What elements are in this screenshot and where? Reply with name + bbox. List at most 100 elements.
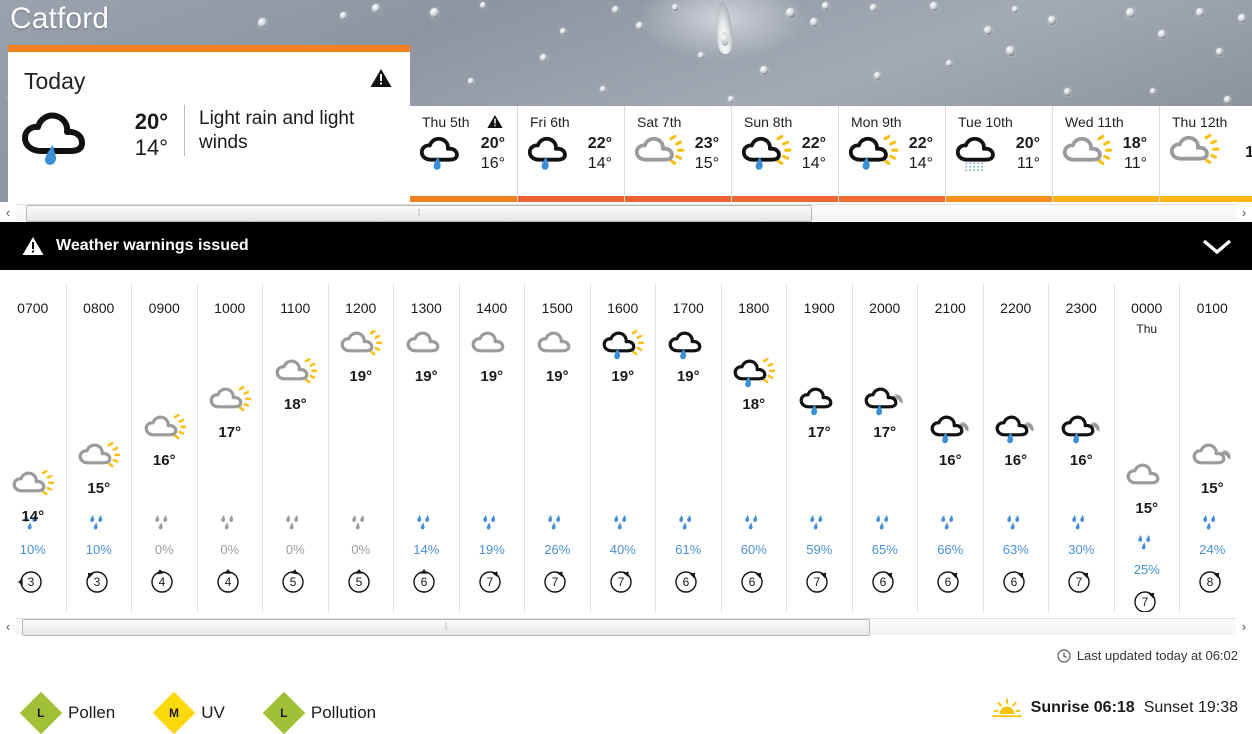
index-badge[interactable]: L Pollen (19, 691, 115, 734)
hourly-scrollbar[interactable]: ‹ ⁞ › (0, 616, 1252, 636)
hourly-scroll-track[interactable]: ⁞ (16, 617, 1236, 636)
hour-graph-node: 15° (1115, 458, 1180, 517)
day-high-temp: 20° (1015, 135, 1040, 152)
hourly-scroll-thumb[interactable]: ⁞ (22, 618, 870, 636)
index-badge[interactable]: L Pollution (262, 691, 376, 734)
sunny-intervals-icon (1166, 134, 1222, 172)
hour-forecast-column[interactable]: 2300 16° 30% 7 (1048, 284, 1114, 612)
day-forecast-card[interactable]: Mon 9th 22° 14° (838, 106, 945, 202)
hour-time-label: 1300 (410, 300, 442, 316)
day-forecast-card[interactable]: Thu 12th 1 (1159, 106, 1252, 202)
day-card-body: 20° 11° (946, 130, 1052, 174)
warning-triangle-icon[interactable] (487, 114, 503, 129)
sunrise-icon (991, 698, 1022, 718)
hour-temperature: 15° (87, 480, 111, 497)
water-droplet (540, 54, 547, 62)
day-card-body: 23° 15° (625, 130, 731, 174)
diamond-badge-icon: M (153, 691, 196, 734)
daily-scrollbar[interactable]: ‹ ⁞ › (0, 202, 1252, 222)
hour-forecast-column[interactable]: 0100 15° 24% 8 (1179, 284, 1245, 612)
chevron-down-icon[interactable] (1200, 236, 1234, 256)
clock-icon (1057, 648, 1071, 663)
hour-forecast-column[interactable]: 0900 16° 0% 4 (131, 284, 197, 612)
hour-forecast-column[interactable]: 1500 19° 26% 7 (524, 284, 590, 612)
svg-text:5: 5 (355, 575, 362, 589)
day-forecast-card[interactable]: Tue 10th 20° 11° (945, 106, 1052, 202)
hour-graph-node: 18° (263, 354, 328, 413)
hourly-forecast-strip[interactable]: 0700 14° 10% 3 0800 15° 10% 3 0900 16° 0% 4 1000 17° 0… (0, 284, 1252, 612)
hour-forecast-column[interactable]: 2200 16° 63% 6 (982, 284, 1049, 612)
daily-scroll-thumb[interactable]: ⁞ (26, 204, 812, 222)
hour-precipitation-chance: 0% (220, 542, 240, 557)
hour-precipitation-chance: 63% (1002, 542, 1029, 557)
hour-forecast-column[interactable]: 1300 19° 14% 6 (393, 284, 459, 612)
hour-forecast-column[interactable]: 1100 18° 0% 5 (262, 284, 328, 612)
hour-wind-indicator: 6 (853, 557, 918, 601)
hour-precipitation-icon (787, 512, 852, 539)
hour-forecast-column[interactable]: 2000 17° 65% 6 (851, 284, 918, 612)
hour-precipitation-chance: 14% (413, 542, 440, 557)
today-low-temp: 14° (134, 134, 168, 160)
hour-graph-node: 16° (984, 410, 1049, 469)
hourly-scroll-left-button[interactable]: ‹ (0, 620, 16, 633)
hour-temperature: 19° (611, 368, 635, 385)
daily-forecast-strip[interactable]: Thu 5th 20° 16° Fri 6th 22° 14° Sat 7th 23° 15° S… (410, 106, 1252, 202)
hour-precipitation-chance: 40% (609, 542, 636, 557)
hour-forecast-column[interactable]: 0800 15° 10% 3 (65, 284, 131, 612)
hourly-scroll-right-button[interactable]: › (1236, 620, 1252, 633)
hour-precipitation-chance: 61% (675, 542, 702, 557)
hour-wind-indicator: 7 (1049, 557, 1114, 601)
day-label: Mon 9th (851, 114, 902, 130)
hour-forecast-column[interactable]: 1000 17° 0% 4 (196, 284, 262, 612)
hour-forecast-column[interactable]: 1900 17° 59% 7 (786, 284, 852, 612)
hour-forecast-column[interactable]: 0000 Thu 15° 25% 7 (1113, 284, 1180, 612)
light-rain-night-icon (918, 410, 983, 450)
svg-text:8: 8 (1207, 575, 1214, 589)
day-forecast-card[interactable]: Sat 7th 23° 15° (624, 106, 731, 202)
day-forecast-card[interactable]: Wed 11th 18° 11° (1052, 106, 1159, 202)
hour-forecast-column[interactable]: 1800 18° 60% 6 (720, 284, 786, 612)
hour-forecast-column[interactable]: 1400 19° 19% 7 (458, 284, 524, 612)
day-forecast-card[interactable]: Fri 6th 22° 14° (517, 106, 624, 202)
hour-graph-node: 19° (394, 326, 459, 385)
hour-temperature-graph-cell: 16° (1049, 316, 1114, 512)
day-forecast-card[interactable]: Thu 5th 20° 16° (410, 106, 517, 202)
water-droplet (786, 8, 795, 18)
hour-wind-indicator: 8 (1180, 557, 1245, 601)
today-card-body: 20° 14° Light rain and light winds (8, 95, 410, 167)
hour-temperature-graph-cell: 19° (525, 316, 590, 512)
daily-scroll-track[interactable]: ⁞ (16, 203, 1236, 222)
water-droplet (340, 12, 347, 20)
badge-level-letter: L (37, 706, 45, 720)
daily-scroll-left-button[interactable]: ‹ (0, 206, 16, 219)
hour-wind-indicator: 7 (787, 557, 852, 601)
hour-graph-node: 15° (1180, 438, 1245, 497)
hour-forecast-column[interactable]: 1200 19° 0% 5 (327, 284, 393, 612)
hour-precipitation-icon (984, 512, 1049, 539)
hour-forecast-column[interactable]: 0700 14° 10% 3 (0, 284, 66, 612)
hour-temperature: 18° (283, 396, 307, 413)
light-rain-icon (656, 326, 721, 366)
weather-warning-banner[interactable]: Weather warnings issued (0, 222, 1252, 270)
warning-triangle-icon[interactable] (370, 68, 392, 88)
badge-level-letter: L (280, 706, 288, 720)
today-summary-card[interactable]: Today 20° 14° Light rain and light winds (8, 45, 410, 203)
water-droplet-large (714, 1, 734, 55)
hour-time-label: 1400 (476, 300, 508, 316)
hour-time-label: 0100 (1196, 300, 1228, 316)
water-droplet (258, 18, 267, 28)
hour-forecast-column[interactable]: 1700 19° 61% 6 (655, 284, 721, 612)
water-droplet (560, 28, 566, 35)
hour-day-label: Thu (1136, 322, 1158, 336)
hour-graph-node: 19° (525, 326, 590, 385)
hour-time-label: 1900 (803, 300, 835, 316)
day-temperatures: 22° 14° (580, 134, 616, 174)
weather-page: Catford Today 20° 14° Light rain and lig… (0, 0, 1252, 734)
hour-forecast-column[interactable]: 2100 16° 66% 6 (917, 284, 983, 612)
index-badge[interactable]: M UV (153, 691, 225, 734)
cloudy-icon (525, 326, 590, 366)
water-droplet (1224, 96, 1231, 104)
day-forecast-card[interactable]: Sun 8th 22° 14° (731, 106, 838, 202)
daily-scroll-right-button[interactable]: › (1236, 206, 1252, 219)
hour-forecast-column[interactable]: 1600 19° 40% 7 (589, 284, 655, 612)
